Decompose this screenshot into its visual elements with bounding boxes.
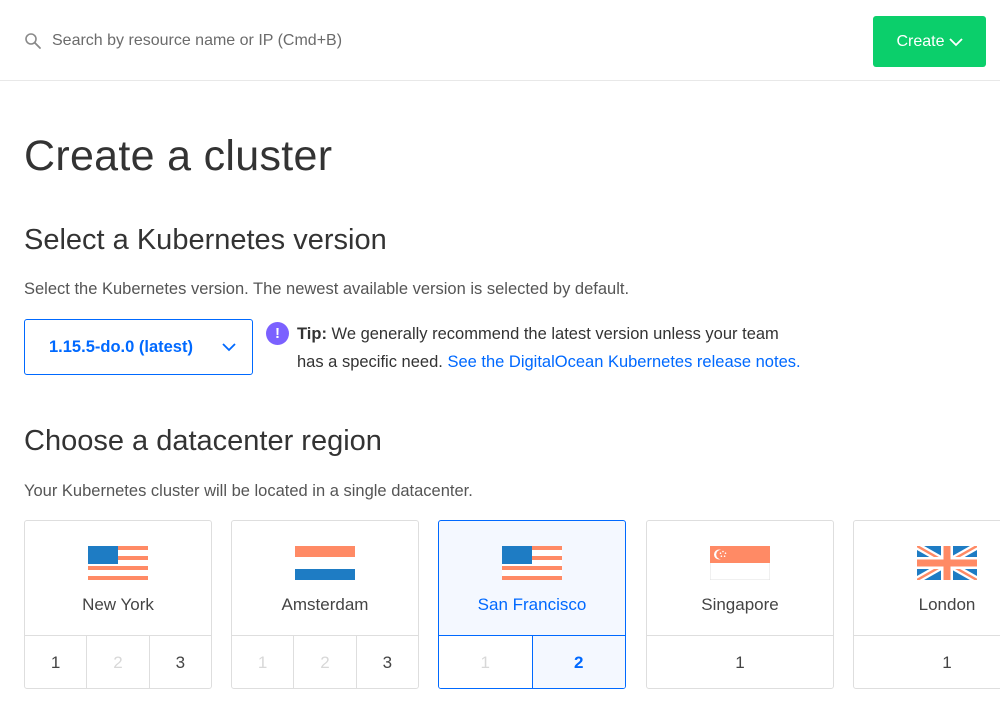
region-card-london[interactable]: London 1 <box>853 520 1000 689</box>
tip-text: Tip: We generally recommend the latest v… <box>297 320 897 376</box>
create-button[interactable]: Create <box>873 16 986 67</box>
region-card-singapore[interactable]: Singapore 1 <box>646 520 834 689</box>
tip-body-1: We generally recommend the latest versio… <box>331 325 779 343</box>
exclamation-icon: ! <box>266 322 289 345</box>
datacenter-options: 1 <box>854 635 1000 688</box>
region-card-new-york[interactable]: New York 1 2 3 <box>24 520 212 689</box>
search-icon <box>25 33 41 49</box>
sg-flag-icon <box>710 546 770 580</box>
us-flag-icon <box>502 546 562 580</box>
us-flag-icon <box>88 546 148 580</box>
datacenter-option[interactable]: 1 <box>25 636 86 688</box>
region-name: Singapore <box>701 595 779 614</box>
datacenter-options: 1 2 3 <box>232 635 418 688</box>
datacenter-option: 1 <box>257 652 268 672</box>
search-input[interactable] <box>52 32 572 50</box>
region-card-amsterdam[interactable]: Amsterdam 1 2 3 <box>231 520 419 689</box>
datacenter-option-selected[interactable]: 2 <box>531 636 625 688</box>
datacenter-option: 2 <box>293 636 355 688</box>
datacenter-option[interactable]: 3 <box>355 636 418 688</box>
datacenter-options: 1 <box>647 635 833 688</box>
datacenter-options: 1 2 <box>439 635 625 688</box>
create-button-label: Create <box>896 32 945 50</box>
region-name: London <box>918 595 976 614</box>
datacenter-region-heading: Choose a datacenter region <box>24 425 382 457</box>
page-title: Create a cluster <box>24 132 333 180</box>
datacenter-region-description: Your Kubernetes cluster will be located … <box>24 482 473 500</box>
datacenter-option: 1 <box>480 652 490 672</box>
tip-body-2: has a specific need. <box>297 353 443 371</box>
region-name: San Francisco <box>477 595 587 614</box>
datacenter-option[interactable]: 3 <box>148 636 211 688</box>
region-name: Amsterdam <box>281 595 369 614</box>
release-notes-link[interactable]: See the DigitalOcean Kubernetes release … <box>447 353 800 371</box>
chevron-down-icon <box>948 37 963 46</box>
datacenter-option[interactable]: 1 <box>854 636 1000 688</box>
datacenter-option[interactable]: 1 <box>647 636 833 688</box>
region-card-san-francisco[interactable]: San Francisco 1 2 <box>438 520 626 689</box>
region-name: New York <box>82 595 154 614</box>
kubernetes-version-description: Select the Kubernetes version. The newes… <box>24 280 630 298</box>
version-select-value: 1.15.5-do.0 (latest) <box>49 337 193 356</box>
chevron-down-icon <box>222 343 236 352</box>
nl-flag-icon <box>295 546 355 580</box>
version-select[interactable]: 1.15.5-do.0 (latest) <box>24 319 253 375</box>
uk-flag-icon <box>917 546 977 580</box>
tip-label: Tip: <box>297 325 327 343</box>
kubernetes-version-heading: Select a Kubernetes version <box>24 224 387 256</box>
datacenter-options: 1 2 3 <box>25 635 211 688</box>
search-bar <box>24 29 572 53</box>
top-bar: Create <box>0 0 1000 81</box>
datacenter-option: 2 <box>86 636 148 688</box>
